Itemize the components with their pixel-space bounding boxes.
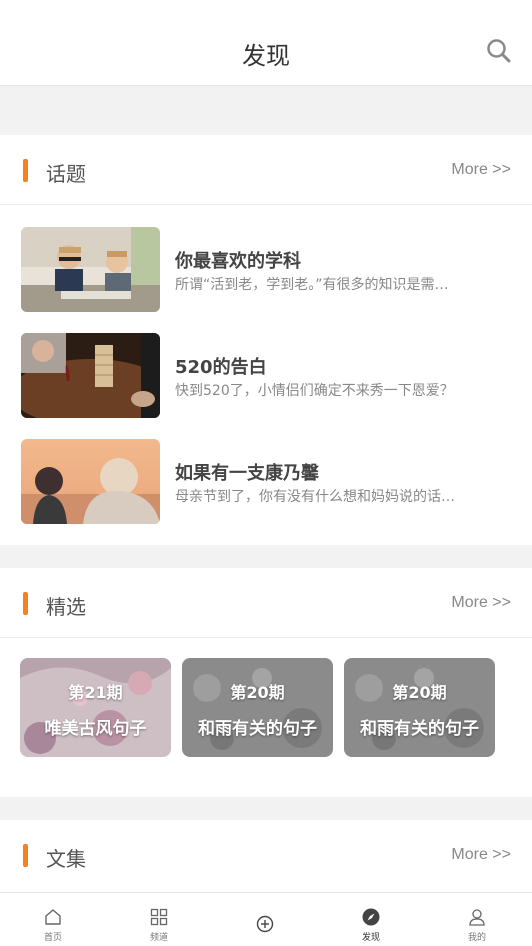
topic-description: 快到520了，小情侣们确定不来秀一下恩爱？ (175, 383, 454, 399)
featured-card[interactable]: 第20期 和雨有关的句子 (344, 658, 495, 757)
tab-home[interactable]: 首页 (0, 893, 106, 946)
compass-icon (362, 908, 380, 926)
featured-card[interactable]: 第20期 和雨有关的句子 (182, 658, 333, 757)
tab-add[interactable] (212, 893, 318, 946)
tab-label: 我的 (467, 933, 486, 943)
card-name: 唯美古风句子 (44, 719, 147, 739)
topic-title: 520的告白 (175, 357, 267, 378)
topic-item[interactable]: 520的告白 快到520了，小情侣们确定不来秀一下恩爱？ (0, 333, 532, 419)
collection-header: 文集 More >> (0, 820, 532, 890)
card-issue: 第20期 (392, 683, 447, 702)
collection-section: 文集 More >> (0, 820, 532, 892)
topic-description: 母亲节到了，你有没有什么想和妈妈说的话… (175, 489, 455, 505)
tab-channel[interactable]: 频道 (106, 893, 212, 946)
section-accent-bar (23, 592, 28, 615)
topic-thumbnail (21, 439, 160, 524)
topics-header: 话题 More >> (0, 135, 532, 205)
topics-more-link[interactable]: More >> (451, 161, 511, 179)
topics-title: 话题 (46, 162, 86, 186)
add-icon (256, 915, 274, 933)
section-accent-bar (23, 844, 28, 867)
grid-icon (150, 908, 168, 926)
featured-title: 精选 (46, 595, 86, 619)
topic-title: 如果有一支康乃馨 (175, 463, 319, 484)
featured-card[interactable]: 第21期 唯美古风句子 (20, 658, 171, 757)
featured-header: 精选 More >> (0, 568, 532, 638)
top-nav-bar: 发现 (0, 0, 532, 86)
section-accent-bar (23, 159, 28, 182)
topic-title: 你最喜欢的学科 (175, 251, 301, 272)
collection-title: 文集 (46, 847, 86, 871)
bottom-tab-bar: 首页 频道 发现 我的 (0, 892, 532, 946)
topics-section: 话题 More >> 你最喜欢的学科 所谓“活到老，学到老。”有很多的知识是需… (0, 135, 532, 545)
featured-section: 精选 More >> 第21期 唯美古风句子 第20期 和雨有关的句子 第20期… (0, 568, 532, 797)
card-name: 和雨有关的句子 (360, 719, 479, 739)
tab-label: 发现 (361, 933, 380, 943)
tab-mine[interactable]: 我的 (424, 893, 530, 946)
search-icon[interactable] (486, 38, 512, 64)
topic-item[interactable]: 你最喜欢的学科 所谓“活到老，学到老。”有很多的知识是需… (0, 227, 532, 313)
collection-more-link[interactable]: More >> (451, 846, 511, 864)
tab-label: 首页 (43, 933, 62, 943)
topic-thumbnail (21, 333, 160, 418)
page-title: 发现 (242, 42, 290, 70)
topic-thumbnail (21, 227, 160, 312)
featured-more-link[interactable]: More >> (451, 594, 511, 612)
tab-discover[interactable]: 发现 (318, 893, 424, 946)
topic-description: 所谓“活到老，学到老。”有很多的知识是需… (175, 277, 449, 293)
tab-label: 频道 (149, 933, 168, 943)
home-icon (45, 909, 61, 925)
card-issue: 第21期 (68, 683, 123, 702)
user-icon (469, 909, 485, 926)
featured-cards-row: 第21期 唯美古风句子 第20期 和雨有关的句子 第20期 和雨有关的句子 (0, 638, 532, 797)
topic-item[interactable]: 如果有一支康乃馨 母亲节到了，你有没有什么想和妈妈说的话… (0, 439, 532, 525)
card-issue: 第20期 (230, 683, 285, 702)
card-name: 和雨有关的句子 (198, 719, 317, 739)
